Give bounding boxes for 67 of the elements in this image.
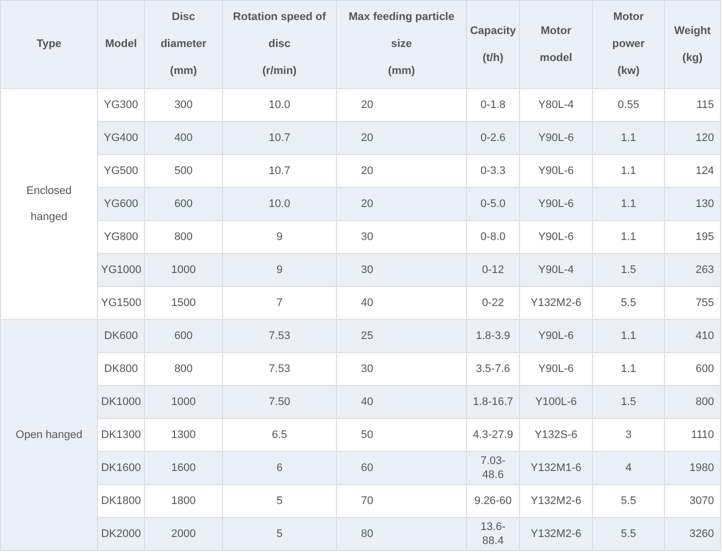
- table-cell: Y90L-4: [520, 254, 592, 286]
- table-cell: 400: [144, 122, 222, 154]
- table-cell: 6: [222, 452, 336, 484]
- table-cell: 0-12: [466, 254, 520, 286]
- column-header: Max feeding particle size (mm): [336, 0, 466, 88]
- table-cell: 40: [336, 386, 466, 418]
- table-cell: 1000: [144, 386, 222, 418]
- table-cell: 800: [664, 386, 720, 418]
- table-cell: 7.53: [222, 320, 336, 352]
- table-cell: YG600: [98, 188, 144, 220]
- table-cell: 0-5.0: [466, 188, 520, 220]
- table-cell: 1600: [144, 452, 222, 484]
- table-cell: 1000: [144, 254, 222, 286]
- table-cell: 1.8-3.9: [466, 320, 520, 352]
- table-cell: 10.0: [222, 188, 336, 220]
- table-cell: Y90L-6: [520, 320, 592, 352]
- table-cell: 25: [336, 320, 466, 352]
- table-cell: Open hanged: [0, 320, 98, 550]
- table-cell: 1.5: [592, 386, 664, 418]
- column-header: Weight (kg): [664, 0, 720, 88]
- table-cell: Y90L-6: [520, 122, 592, 154]
- table-cell: 80: [336, 518, 466, 550]
- table-cell: Y100L-6: [520, 386, 592, 418]
- table-cell: DK600: [98, 320, 144, 352]
- table-cell: 20: [336, 188, 466, 220]
- table-cell: 7.03-48.6: [466, 452, 520, 484]
- column-header: Type: [0, 0, 98, 88]
- table-cell: 263: [664, 254, 720, 286]
- table-cell: 130: [664, 188, 720, 220]
- table-cell: 60: [336, 452, 466, 484]
- table-cell: Y132M2-6: [520, 518, 592, 550]
- table-cell: 30: [336, 254, 466, 286]
- column-header: Disc diameter (mm): [144, 0, 222, 88]
- table-cell: 1.5: [592, 254, 664, 286]
- table-cell: Y132M1-6: [520, 452, 592, 484]
- table-cell: 1.1: [592, 122, 664, 154]
- column-header: Motor power (kw): [592, 0, 664, 88]
- table-cell: 1.1: [592, 188, 664, 220]
- table-cell: 600: [144, 320, 222, 352]
- table-cell: 10.7: [222, 122, 336, 154]
- table-cell: Y90L-6: [520, 188, 592, 220]
- table-cell: 0-2.6: [466, 122, 520, 154]
- table-cell: YG400: [98, 122, 144, 154]
- table-cell: 7.50: [222, 386, 336, 418]
- table-cell: 3260: [664, 518, 720, 550]
- table-cell: 1.1: [592, 320, 664, 352]
- table-cell: 410: [664, 320, 720, 352]
- table-cell: 1980: [664, 452, 720, 484]
- column-header: Motor model: [520, 0, 592, 88]
- table-cell: 13.6-88.4: [466, 518, 520, 550]
- table-cell: 4: [592, 452, 664, 484]
- column-header: Capacity (t/h): [466, 0, 520, 88]
- table-cell: 5.5: [592, 518, 664, 550]
- table-cell: 20: [336, 122, 466, 154]
- table-cell: 120: [664, 122, 720, 154]
- table-cell: 9: [222, 254, 336, 286]
- table-cell: YG1000: [98, 254, 144, 286]
- column-header: Model: [98, 0, 144, 88]
- table-cell: 5: [222, 518, 336, 550]
- table-cell: DK2000: [98, 518, 144, 550]
- table-cell: DK1000: [98, 386, 144, 418]
- table-cell: 2000: [144, 518, 222, 550]
- table-cell: Enclosed hanged: [0, 88, 98, 320]
- table-cell: 600: [144, 188, 222, 220]
- column-header: Rotation speed of disc (r/min): [222, 0, 336, 88]
- table-cell: 1.8-16.7: [466, 386, 520, 418]
- table-cell: DK1600: [98, 452, 144, 484]
